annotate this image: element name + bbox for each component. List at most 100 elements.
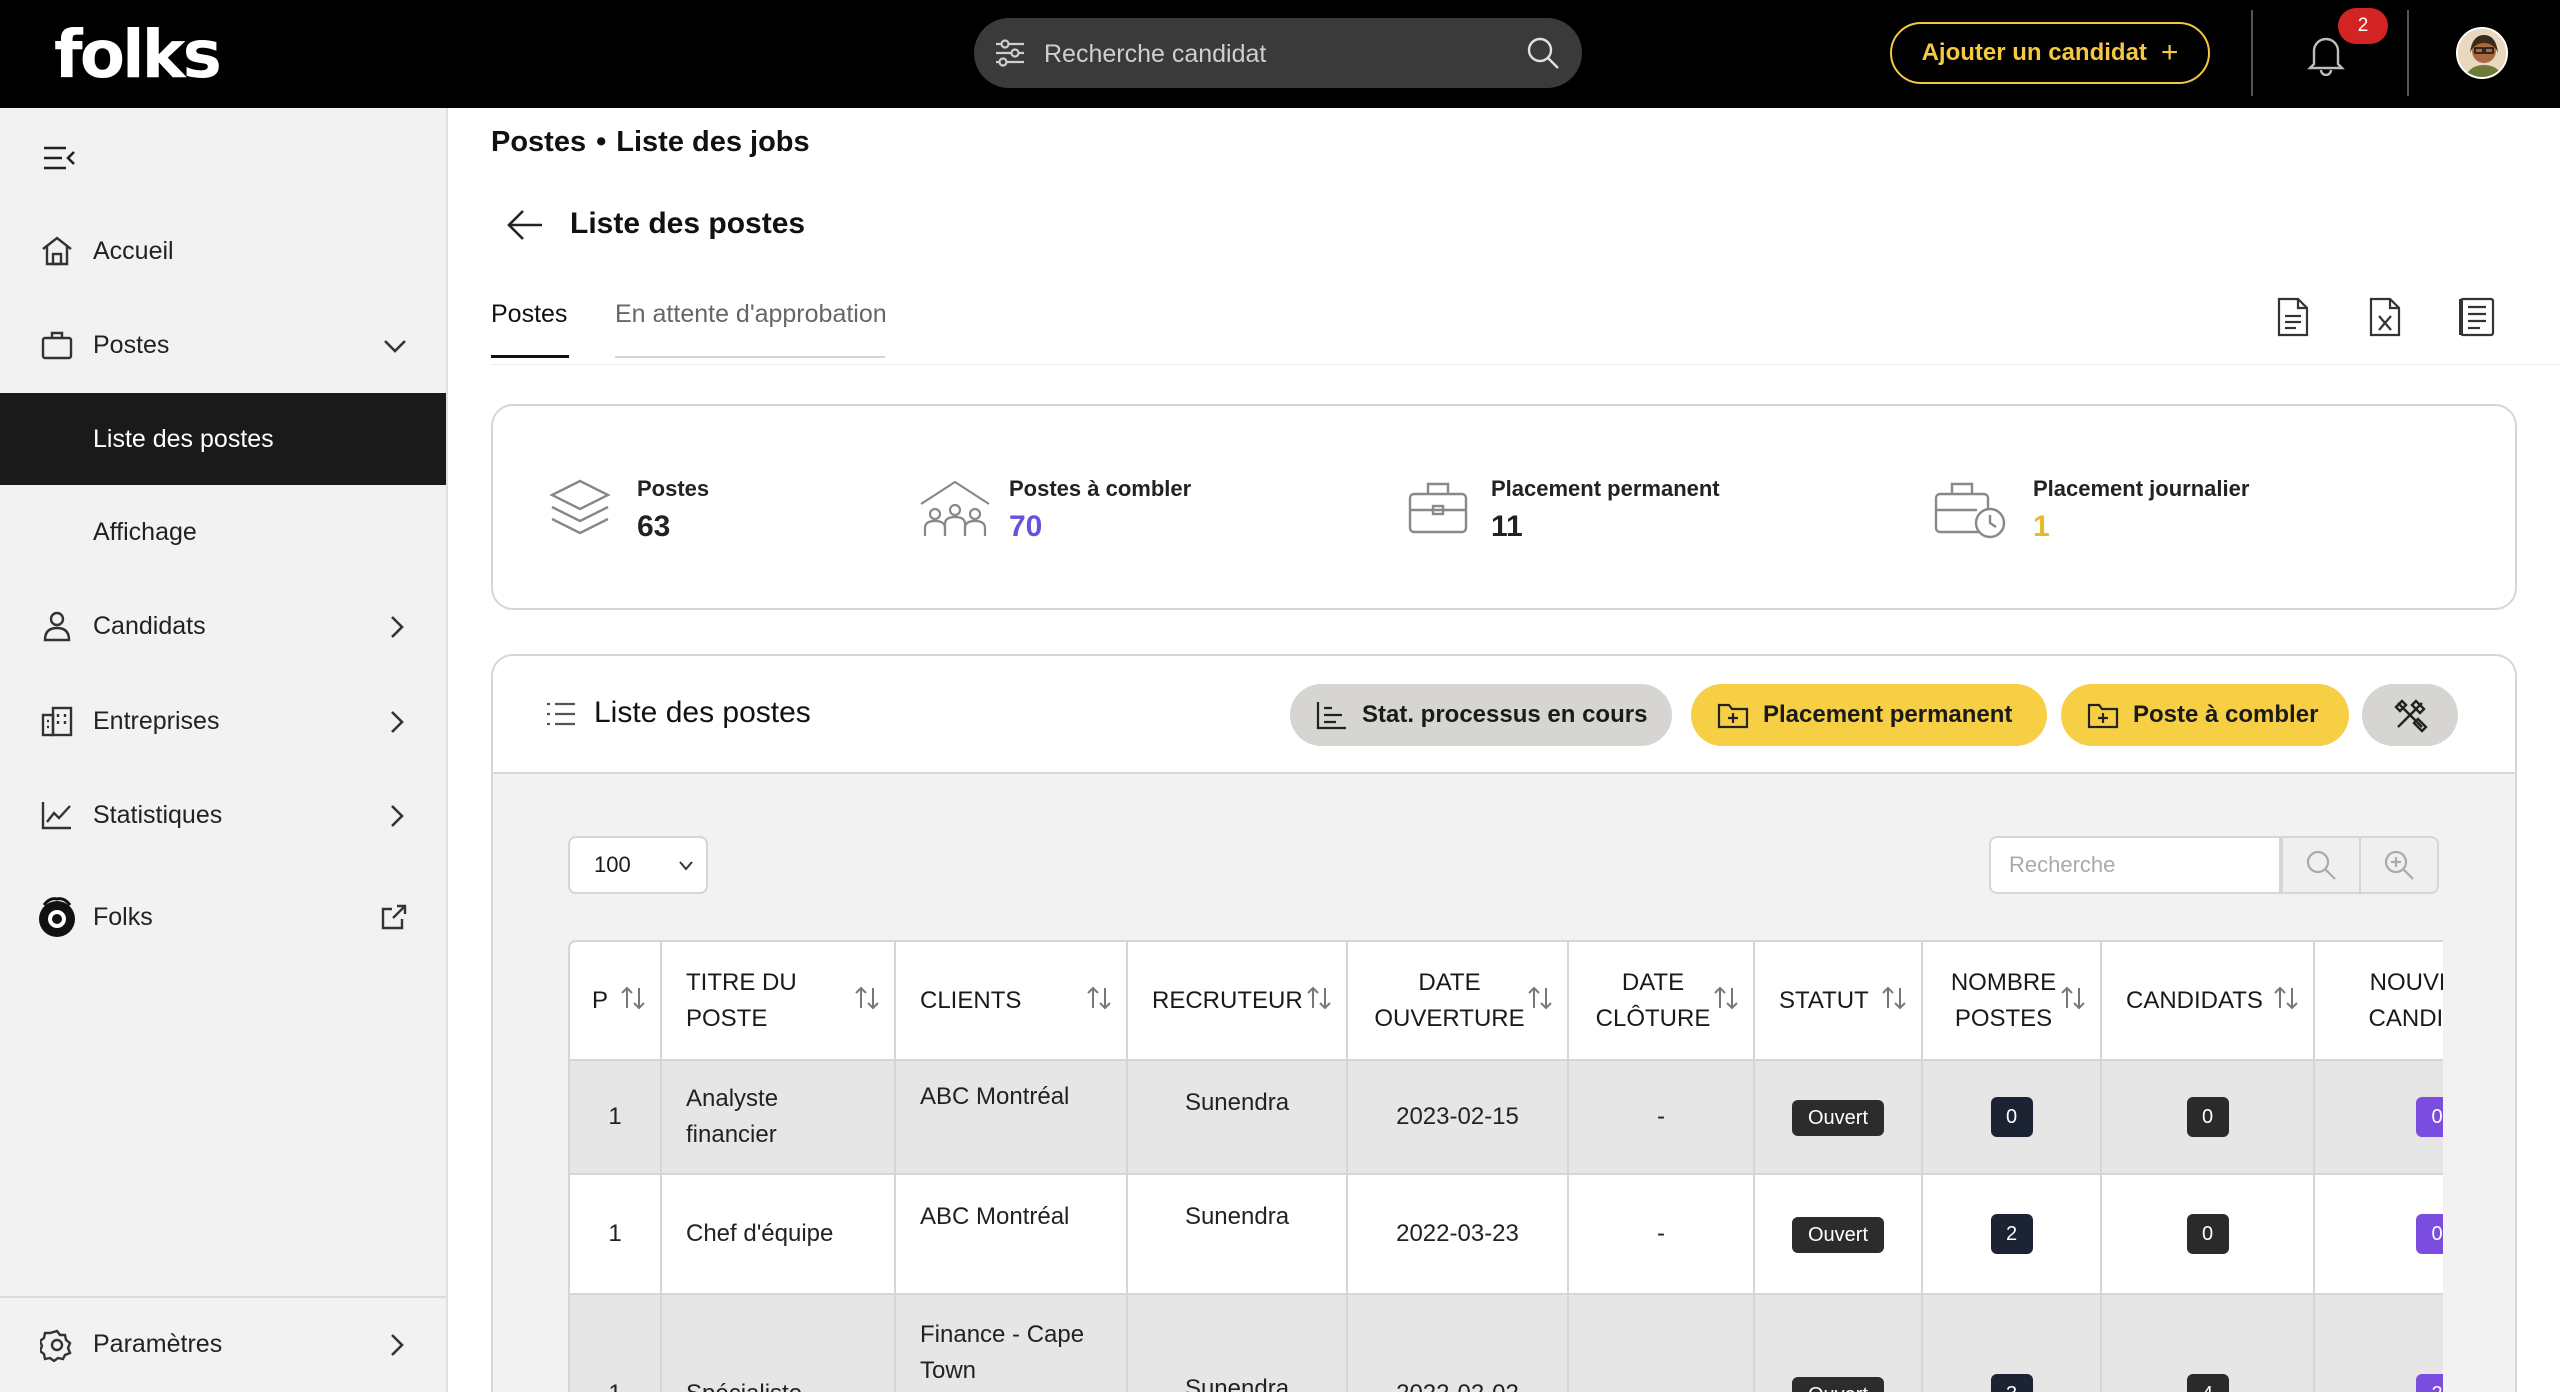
- sidebar-item-label: Liste des postes: [93, 424, 274, 453]
- sidebar-item-affichage[interactable]: Affichage: [0, 502, 446, 562]
- poste-a-combler-button[interactable]: Poste à combler: [2061, 684, 2349, 746]
- cell-priority: 1: [570, 1174, 662, 1295]
- sort-icon[interactable]: [854, 986, 880, 1010]
- cell-positions: 0: [1922, 1060, 2102, 1175]
- sidebar-item-label: Postes: [93, 330, 170, 359]
- col-header-close-date[interactable]: DATE CLÔTURE: [1568, 942, 1755, 1061]
- external-link-icon[interactable]: [380, 903, 408, 931]
- cell-close-date: -: [1568, 1060, 1755, 1175]
- breadcrumb-parent[interactable]: Postes: [491, 126, 586, 158]
- cell-title[interactable]: Chef d'équipe: [661, 1174, 896, 1295]
- sort-icon[interactable]: [1086, 986, 1112, 1010]
- table-row[interactable]: 1 Chef d'équipe ABC Montréal Sunendra 20…: [570, 1174, 2443, 1295]
- cell-priority: 1: [570, 1294, 662, 1392]
- sidebar-divider: [0, 1296, 446, 1298]
- tools-button[interactable]: [2362, 684, 2458, 746]
- table-row[interactable]: 1 Spécialiste Finance - Cape Town Sunend…: [570, 1294, 2443, 1392]
- chart-line-icon: [41, 802, 71, 830]
- sort-icon[interactable]: [1527, 986, 1553, 1010]
- tab-postes[interactable]: Postes: [491, 300, 569, 358]
- search-icon[interactable]: [1526, 36, 1560, 70]
- count-badge[interactable]: 4: [2186, 1374, 2229, 1392]
- search-placeholder[interactable]: Recherche candidat: [1044, 40, 1266, 69]
- page-title: Liste des postes: [570, 207, 806, 240]
- count-badge[interactable]: 0: [2416, 1097, 2443, 1137]
- sort-icon[interactable]: [2273, 986, 2299, 1010]
- filter-icon[interactable]: [994, 38, 1026, 68]
- chevron-down-icon: [679, 861, 693, 871]
- col-header-title[interactable]: TITRE DU POSTE: [661, 942, 896, 1061]
- candidate-search[interactable]: Recherche candidat: [974, 18, 1582, 88]
- table-row[interactable]: 1 Analyste financier ABC Montréal Sunend…: [570, 1060, 2443, 1175]
- sort-icon[interactable]: [1713, 986, 1739, 1010]
- divider: [2251, 10, 2253, 96]
- sort-icon[interactable]: [2060, 986, 2086, 1010]
- per-page-value: 100: [594, 852, 631, 877]
- user-avatar[interactable]: [2456, 27, 2508, 79]
- sidebar-item-statistiques[interactable]: Statistiques: [0, 785, 446, 845]
- chevron-right-icon[interactable]: [384, 803, 408, 829]
- cell-recruiter: Sunendra: [1127, 1060, 1348, 1175]
- add-candidate-button[interactable]: Ajouter un candidat +: [1890, 22, 2210, 84]
- sidebar-item-parametres[interactable]: Paramètres: [0, 1314, 446, 1374]
- col-header-positions[interactable]: NOMBRE POSTES: [1922, 942, 2102, 1061]
- count-badge: 2: [1990, 1214, 2033, 1254]
- stat-processus-button[interactable]: Stat. processus en cours: [1290, 684, 1672, 746]
- cell-open-date: 2022-03-23: [1347, 1174, 1569, 1295]
- chevron-right-icon[interactable]: [384, 1332, 408, 1358]
- col-header-new-candidates[interactable]: NOUVEAUX CANDIDATS: [2314, 942, 2443, 1061]
- sort-icon[interactable]: [1881, 986, 1907, 1010]
- breadcrumb-separator: •: [596, 126, 607, 158]
- folder-plus-icon: [2087, 703, 2119, 729]
- col-header-clients[interactable]: CLIENTS: [895, 942, 1128, 1061]
- sidebar-item-liste-des-postes[interactable]: Liste des postes: [0, 393, 446, 485]
- tools-icon: [2394, 699, 2428, 733]
- sidebar-item-folks[interactable]: Folks: [0, 887, 446, 947]
- cell-candidates: 4: [2101, 1294, 2315, 1392]
- stat-value[interactable]: 70: [1009, 510, 1042, 544]
- sidebar-item-entreprises[interactable]: Entreprises: [0, 691, 446, 751]
- search-icon: [2306, 850, 2336, 880]
- folks-logo[interactable]: folks: [54, 16, 222, 93]
- sidebar-item-candidats[interactable]: Candidats: [0, 596, 446, 656]
- home-icon: [42, 236, 72, 266]
- chevron-right-icon[interactable]: [384, 614, 408, 640]
- status-badge: Ouvert: [1791, 1099, 1885, 1136]
- cell-close-date: -: [1568, 1294, 1755, 1392]
- menu-collapse-icon[interactable]: [42, 144, 78, 172]
- count-badge[interactable]: 0: [2416, 1214, 2443, 1254]
- sort-icon[interactable]: [1306, 986, 1332, 1010]
- layers-icon: [549, 479, 611, 535]
- back-arrow-icon[interactable]: [506, 208, 544, 242]
- sidebar-item-postes[interactable]: Postes: [0, 315, 446, 375]
- count-badge[interactable]: 0: [2186, 1214, 2229, 1254]
- col-header-status[interactable]: STATUT: [1754, 942, 1923, 1061]
- pdf-export-icon[interactable]: [2276, 296, 2310, 338]
- sidebar-item-label: Affichage: [93, 517, 197, 546]
- per-page-select[interactable]: 100: [568, 836, 708, 894]
- col-header-candidates[interactable]: CANDIDATS: [2101, 942, 2315, 1061]
- col-header-priority[interactable]: P: [570, 942, 662, 1061]
- divider: [491, 364, 2560, 365]
- sidebar-item-accueil[interactable]: Accueil: [0, 221, 446, 281]
- col-header-recruiter[interactable]: RECRUTEUR: [1127, 942, 1348, 1061]
- advanced-search-button[interactable]: [2359, 836, 2439, 894]
- tab-en-attente[interactable]: En attente d'approbation: [615, 300, 887, 358]
- table-search-input[interactable]: Recherche: [1989, 836, 2281, 894]
- sidebar: Accueil Postes Liste des postes Affichag…: [0, 108, 448, 1392]
- chevron-right-icon[interactable]: [384, 709, 408, 735]
- table-search-button[interactable]: [2281, 836, 2361, 894]
- notification-badge[interactable]: 2: [2338, 8, 2388, 44]
- bell-icon[interactable]: [2306, 32, 2346, 76]
- report-icon[interactable]: [2458, 296, 2496, 338]
- chevron-down-icon[interactable]: [382, 333, 408, 357]
- placement-permanent-button[interactable]: Placement permanent: [1691, 684, 2047, 746]
- sort-icon[interactable]: [620, 986, 646, 1010]
- count-badge[interactable]: 0: [2186, 1097, 2229, 1137]
- col-header-open-date[interactable]: DATE OUVERTURE: [1347, 942, 1569, 1061]
- excel-export-icon[interactable]: [2368, 296, 2402, 338]
- jobs-table-container: P TITRE DU POSTE CLIENTS RECRUTEUR DATE …: [568, 940, 2443, 1392]
- cell-title[interactable]: Spécialiste: [661, 1294, 896, 1392]
- count-badge[interactable]: 2: [2416, 1374, 2443, 1392]
- cell-title[interactable]: Analyste financier: [661, 1060, 896, 1175]
